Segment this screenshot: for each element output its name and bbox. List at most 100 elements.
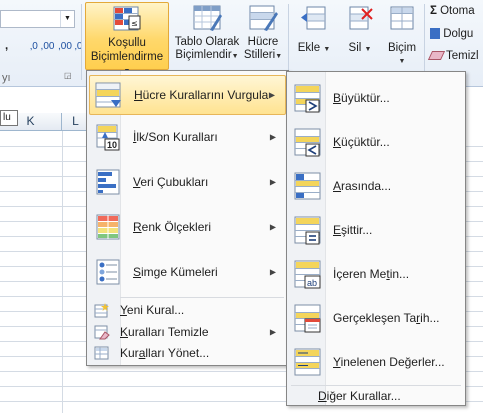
menu-item-label: Renk Ölçekleri <box>133 220 211 234</box>
menu-item-highlight-cell-rules[interactable]: Hücre Kurallarını Vurgula ▶ <box>89 75 286 115</box>
svg-text:≤: ≤ <box>131 19 138 28</box>
menu-item-label: Kuralları Temizle <box>120 325 209 339</box>
menu-item-color-scales[interactable]: Renk Ölçekleri ▶ <box>89 207 286 247</box>
menu-item-text: lları Yönet... <box>145 346 210 360</box>
comma-style-button[interactable]: , <box>5 40 8 53</box>
format-label: Biçim <box>387 42 417 54</box>
submenu-item-accel: K <box>333 135 342 149</box>
chevron-down-icon: ▼ <box>275 53 283 60</box>
chevron-down-icon: ▼ <box>231 53 239 60</box>
chevron-down-icon[interactable]: ▼ <box>60 11 74 27</box>
text-contains-glyph: ab <box>307 278 317 288</box>
format-cells-icon <box>390 6 414 30</box>
submenu-item-duplicate-values[interactable]: Yinelenen Değerler... <box>289 340 463 384</box>
text-contains-icon: ab <box>294 260 321 289</box>
format-as-table-label-2: Biçimlendir▼ <box>172 49 242 63</box>
chevron-right-icon: ▶ <box>269 222 276 232</box>
menu-item-text: imge Kümeleri <box>141 265 218 279</box>
submenu-item-equal-to[interactable]: Eşittir... <box>289 208 463 252</box>
submenu-item-greater-than[interactable]: Büyüktür... <box>289 76 463 120</box>
submenu-item-text: in... <box>389 267 410 281</box>
fill-label: Dolgu <box>443 28 474 40</box>
format-button[interactable]: Biçim ▼ <box>382 4 422 70</box>
submenu-item-more-rules[interactable]: Diğer Kurallar... <box>289 386 463 405</box>
decrease-decimal-icon: ,00 ‚0 <box>58 41 83 52</box>
clear-button[interactable]: Temizl <box>427 50 479 63</box>
cell-styles-label-2-text: Stilleri <box>243 49 276 61</box>
menu-item-text: eri Çubukları <box>140 175 209 189</box>
chevron-right-icon: ▶ <box>269 267 276 277</box>
menu-item-label: Simge Kümeleri <box>133 265 218 279</box>
conditional-formatting-menu: Hücre Kurallarını Vurgula ▶ 10 İlk/Son K… <box>86 70 289 366</box>
eraser-icon <box>427 51 446 61</box>
group-separator <box>288 4 289 80</box>
number-format-combo[interactable]: ▼ <box>0 10 75 28</box>
delete-label-text: Sil <box>348 42 362 54</box>
cell-styles-label-2: Stilleri▼ <box>243 49 283 63</box>
equal-to-icon <box>294 216 321 245</box>
menu-item-manage-rules[interactable]: Kuralları Yönet... <box>89 343 286 363</box>
menu-item-accel: H <box>134 88 143 102</box>
insert-label: Ekle ▼ <box>292 42 336 56</box>
submenu-item-text: şittir... <box>341 223 373 237</box>
menu-item-icon-sets[interactable]: Simge Kümeleri ▶ <box>89 252 286 292</box>
cell-styles-icon <box>249 5 278 31</box>
delete-button[interactable]: Sil ▼ <box>338 4 382 70</box>
submenu-item-accel: Y <box>333 355 341 369</box>
chevron-right-icon: ▶ <box>269 177 276 187</box>
submenu-item-text-pre: Gerçekleşen Ta <box>333 311 417 325</box>
chevron-down-icon: ▼ <box>364 46 372 53</box>
menu-item-text: ücre Kurallarını Vurgula <box>142 88 269 102</box>
greater-than-icon <box>294 84 321 113</box>
menu-item-label: Hücre Kurallarını Vurgula <box>134 88 268 102</box>
conditional-formatting-button[interactable]: ≤ Koşullu Biçimlendirme ▼ <box>85 2 169 75</box>
submenu-item-text: üçüktür... <box>341 135 390 149</box>
menu-item-text: uralları Temizle <box>128 325 209 339</box>
menu-item-accel: S <box>133 265 142 279</box>
top-bottom-icon: 10 <box>96 124 120 151</box>
submenu-item-accel: A <box>333 179 342 193</box>
submenu-item-text: rasında... <box>341 179 392 193</box>
tooltip: lu <box>0 110 18 126</box>
submenu-item-label: Eşittir... <box>333 223 372 237</box>
submenu-item-text: ih... <box>420 311 440 325</box>
submenu-item-between[interactable]: Arasında... <box>289 164 463 208</box>
column-header-l-label: L <box>72 114 79 128</box>
submenu-item-text-contains[interactable]: ab İçeren Metin... <box>289 252 463 296</box>
conditional-formatting-label-2-text: Biçimlendirme <box>90 51 164 63</box>
clear-rules-icon <box>94 325 110 340</box>
insert-button[interactable]: Ekle ▼ <box>292 4 336 70</box>
menu-item-clear-rules[interactable]: Kuralları Temizle ▶ <box>89 322 286 342</box>
dialog-launcher-icon[interactable]: ◲ <box>64 71 72 80</box>
group-separator <box>424 4 425 80</box>
submenu-item-label: Yinelenen Değerler... <box>333 355 445 369</box>
sigma-icon: Σ <box>430 5 437 17</box>
highlight-cell-rules-submenu: Büyüktür... Küçüktür... Arasında... Eşit… <box>286 71 466 406</box>
submenu-item-less-than[interactable]: Küçüktür... <box>289 120 463 164</box>
fill-button[interactable]: Dolgu <box>430 28 473 41</box>
decrease-decimal-button[interactable]: ,00 ‚0 <box>58 40 82 53</box>
chevron-down-icon: ▼ <box>323 46 331 53</box>
autosum-button[interactable]: Σ Otoma <box>430 5 475 18</box>
submenu-item-accel: E <box>333 223 342 237</box>
submenu-item-date-occurring[interactable]: Gerçekleşen Tarih... <box>289 296 463 340</box>
menu-item-new-rule[interactable]: Yeni Kural... <box>89 300 286 320</box>
between-icon <box>294 172 321 200</box>
data-bars-icon <box>96 169 120 195</box>
duplicate-values-icon <box>294 348 321 376</box>
manage-rules-icon <box>94 346 109 360</box>
insert-cells-icon <box>301 6 326 30</box>
format-as-table-button[interactable]: Tablo Olarak Biçimlendir▼ <box>172 4 242 70</box>
date-occurring-icon <box>294 304 321 333</box>
submenu-item-label: Diğer Kurallar... <box>318 389 401 403</box>
menu-item-top-bottom-rules[interactable]: 10 İlk/Son Kuralları ▶ <box>89 117 286 157</box>
menu-item-data-bars[interactable]: Veri Çubukları ▶ <box>89 162 286 202</box>
increase-decimal-button[interactable]: ‚0 ,00 <box>30 40 54 53</box>
submenu-item-text: üyüktür... <box>341 91 390 105</box>
cell-styles-button[interactable]: Hücre Stilleri▼ <box>243 4 283 70</box>
submenu-item-text-pre: İçeren Me <box>333 267 387 281</box>
menu-item-label: Kuralları Yönet... <box>120 346 209 360</box>
format-as-table-label-2-text: Biçimlendir <box>175 49 232 61</box>
delete-cells-icon <box>349 6 373 30</box>
menu-item-text: enk Ölçekleri <box>141 220 212 234</box>
